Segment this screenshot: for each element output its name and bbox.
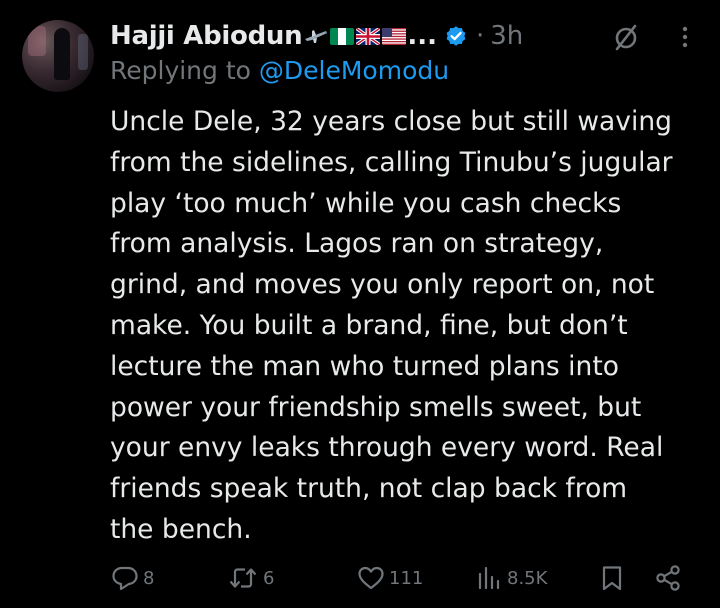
tweet-text: Uncle Dele, 32 years close but still wav… — [110, 106, 673, 545]
share-icon — [656, 565, 680, 591]
repost-count: 6 — [263, 567, 275, 589]
mute-icon[interactable] — [611, 22, 641, 52]
reply-icon — [112, 566, 138, 591]
reply-count: 8 — [143, 567, 155, 589]
avatar-figure — [54, 28, 70, 80]
avatar-background-light-2 — [78, 34, 88, 70]
reply-handle-link[interactable]: @DeleMomodu — [259, 56, 449, 85]
verified-icon[interactable] — [444, 24, 468, 48]
repost-button[interactable]: 6 — [226, 560, 274, 596]
usa-flag-icon — [382, 27, 407, 45]
like-button[interactable]: 111 — [356, 560, 423, 596]
reply-button[interactable]: 8 — [110, 560, 154, 596]
airplane-icon — [305, 29, 328, 43]
separator-dot: · — [475, 21, 485, 51]
share-button[interactable] — [653, 560, 683, 596]
bookmark-button[interactable] — [597, 560, 627, 596]
timestamp[interactable]: 3h — [490, 21, 523, 51]
views-icon — [478, 566, 500, 590]
uk-flag-icon — [356, 27, 381, 45]
like-count: 111 — [389, 567, 424, 589]
name-emojis — [304, 27, 407, 45]
name-truncation: ... — [407, 21, 437, 51]
avatar[interactable] — [22, 20, 94, 92]
replying-to: Replying to @DeleMomodu — [110, 56, 449, 85]
replying-prefix: Replying to — [110, 56, 259, 85]
heart-icon — [358, 566, 384, 590]
tweet[interactable]: Hajji Abiodun ... · 3h Replying to @Dele… — [0, 0, 720, 608]
views-count: 8.5K — [507, 567, 548, 589]
display-name[interactable]: Hajji Abiodun — [110, 21, 303, 51]
nigeria-flag-icon — [330, 27, 355, 45]
bookmark-icon — [602, 566, 622, 591]
repost-icon — [229, 568, 257, 588]
action-bar: 8 6 111 8.5K — [110, 560, 710, 596]
tweet-header: Hajji Abiodun ... · 3h — [110, 14, 523, 58]
more-icon[interactable] — [676, 22, 694, 52]
views-button[interactable]: 8.5K — [474, 560, 547, 596]
avatar-background-light — [28, 26, 46, 56]
